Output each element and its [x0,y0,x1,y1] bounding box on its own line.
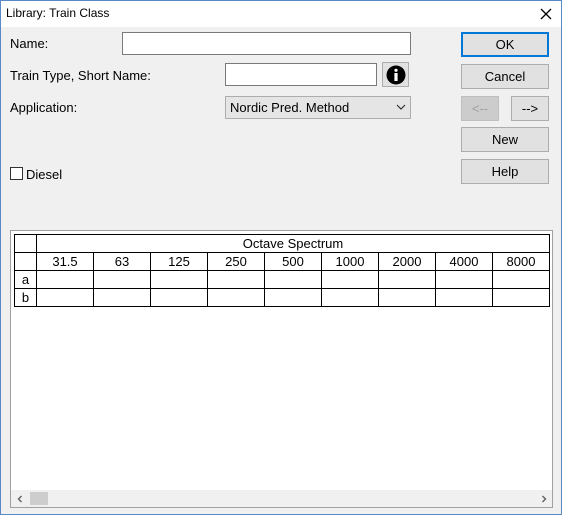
previous-button[interactable]: <-- [461,96,499,121]
table-corner-cell [14,234,37,253]
row-label: a [14,270,37,289]
table-cell[interactable] [36,288,94,307]
octave-spectrum-table[interactable]: Octave Spectrum 31.5 63 125 250 500 1000 2000 4… [14,234,550,307]
cancel-button[interactable]: Cancel [461,64,549,89]
table-cell[interactable] [36,270,94,289]
next-button[interactable]: --> [511,96,549,121]
application-select-value: Nordic Pred. Method [230,100,350,115]
name-field[interactable] [122,32,411,55]
info-icon [386,65,405,84]
scroll-thumb[interactable] [30,492,48,505]
table-cell[interactable] [264,270,322,289]
diesel-label[interactable]: Diesel [26,167,62,182]
column-header: 1000 [321,252,379,271]
new-button[interactable]: New [461,127,549,152]
table-cell[interactable] [378,288,436,307]
table-row: a [14,270,550,289]
table-cell[interactable] [93,270,151,289]
chevron-down-icon [396,104,406,110]
column-header: 125 [150,252,208,271]
row-label-header-cell [14,252,37,271]
table-header-row: 31.5 63 125 250 500 1000 2000 4000 8000 [14,252,550,271]
table-cell[interactable] [93,288,151,307]
close-button[interactable] [531,1,561,27]
help-button[interactable]: Help [461,159,549,184]
short-name-field[interactable] [225,63,377,86]
table-cell[interactable] [150,270,208,289]
table-cell[interactable] [150,288,208,307]
column-header: 4000 [435,252,493,271]
row-label: b [14,288,37,307]
table-cell[interactable] [435,270,493,289]
table-cell[interactable] [321,270,379,289]
column-header: 500 [264,252,322,271]
application-label: Application: [10,100,78,115]
table-cell[interactable] [492,270,550,289]
horizontal-scrollbar[interactable] [11,490,552,507]
table-cell[interactable] [435,288,493,307]
octave-spectrum-grid[interactable]: Octave Spectrum 31.5 63 125 250 500 1000 2000 4… [10,230,553,508]
table-cell[interactable] [207,288,265,307]
column-header: 63 [93,252,151,271]
octave-spectrum-header: Octave Spectrum [36,234,550,253]
table-cell[interactable] [492,288,550,307]
close-icon [540,8,552,20]
short-name-label: Train Type, Short Name: [10,68,151,83]
scroll-right-arrow-icon [541,495,546,502]
scroll-left-button[interactable] [11,490,28,507]
table-cell[interactable] [321,288,379,307]
table-cell[interactable] [264,288,322,307]
library-train-class-dialog: Library: Train Class Name: Train Type, S… [0,0,562,515]
application-select[interactable]: Nordic Pred. Method [225,96,411,119]
table-cell[interactable] [378,270,436,289]
name-label: Name: [10,36,49,51]
ok-button[interactable]: OK [461,32,549,57]
window-title: Library: Train Class [6,6,110,20]
column-header: 31.5 [36,252,94,271]
column-header: 2000 [378,252,436,271]
table-cell[interactable] [207,270,265,289]
table-row: b [14,288,550,307]
column-header: 250 [207,252,265,271]
table-group-header-row: Octave Spectrum [14,234,550,253]
column-header: 8000 [492,252,550,271]
scroll-left-arrow-icon [17,495,22,502]
diesel-checkbox[interactable] [10,167,23,180]
title-bar[interactable]: Library: Train Class [1,1,561,27]
scroll-right-button[interactable] [535,490,552,507]
info-button[interactable] [382,62,409,87]
